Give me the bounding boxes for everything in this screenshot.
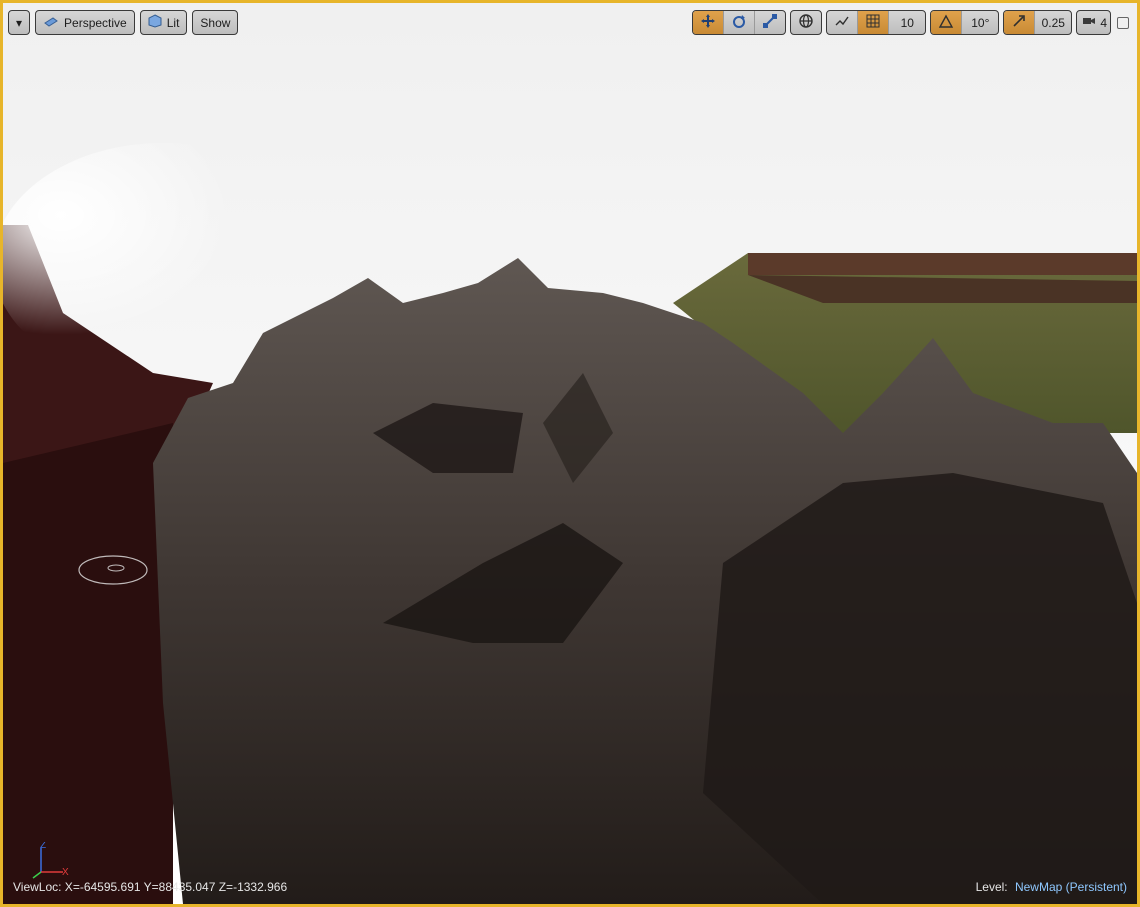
perspective-label: Perspective	[64, 15, 127, 30]
level-indicator: Level: NewMap (Persistent)	[976, 880, 1127, 894]
show-label: Show	[200, 15, 231, 30]
camera-icon	[1080, 14, 1096, 31]
level-name: NewMap (Persistent)	[1014, 880, 1127, 894]
globe-icon	[798, 13, 814, 32]
viewport-toolbar-left: ▾ Perspective Lit Show	[8, 10, 239, 35]
angle-icon	[938, 13, 954, 32]
scale-tool-button[interactable]	[755, 11, 785, 34]
camera-speed-button[interactable]: 4	[1077, 11, 1110, 34]
perspective-camera-icon	[43, 15, 59, 30]
grid-snap-value-dropdown[interactable]: 10	[889, 11, 925, 34]
surface-snap-icon	[834, 13, 850, 32]
chevron-down-icon: ▾	[16, 15, 23, 30]
grid-snap-group: 10	[826, 10, 927, 35]
grid-snap-toggle[interactable]	[858, 11, 890, 34]
world-space-toggle[interactable]	[791, 11, 821, 34]
grid-snap-value: 10	[900, 15, 914, 30]
view-location-readout: ViewLoc: X=-64595.691 Y=88435.047 Z=-133…	[13, 880, 288, 894]
camera-speed-group: 4	[1076, 10, 1111, 35]
axis-widget: Z X	[32, 842, 69, 879]
translate-tool-button[interactable]	[693, 11, 725, 34]
level-viewport[interactable]: ▾ Perspective Lit Show 10 10° 0.25 4 Z X…	[0, 0, 1140, 907]
transform-tools-group	[692, 10, 787, 35]
viewport-options-button[interactable]: ▾	[8, 10, 31, 35]
maximize-viewport-button[interactable]	[1117, 16, 1129, 29]
scale-snap-icon	[1011, 13, 1027, 32]
lit-view-mode-button[interactable]: Lit	[139, 10, 188, 35]
rotate-tool-button[interactable]	[724, 11, 756, 34]
rotation-snap-value-dropdown[interactable]: 10°	[962, 11, 998, 34]
rotation-snap-value: 10°	[971, 15, 990, 30]
z-axis-label: Z	[40, 842, 46, 851]
surface-snap-toggle[interactable]	[827, 11, 859, 34]
grid-icon	[866, 14, 880, 31]
x-axis-label: X	[62, 867, 69, 878]
show-flags-button[interactable]: Show	[192, 10, 239, 35]
scale-snap-value: 0.25	[1041, 15, 1065, 30]
scale-snap-group: 0.25	[1003, 10, 1073, 35]
scale-icon	[762, 13, 778, 32]
scene-render[interactable]	[3, 3, 1137, 904]
camera-speed-value: 4	[1100, 15, 1107, 30]
move-icon	[700, 13, 716, 32]
cube-icon	[148, 14, 162, 31]
viewport-toolbar-right: 10 10° 0.25 4	[692, 10, 1129, 35]
scale-snap-toggle[interactable]	[1004, 11, 1036, 34]
perspective-button[interactable]: Perspective	[35, 10, 135, 35]
lit-label: Lit	[166, 15, 180, 30]
rotate-icon	[731, 13, 747, 32]
level-label: Level:	[975, 880, 1008, 894]
y-axis-line	[32, 871, 42, 879]
rotation-snap-toggle[interactable]	[931, 11, 963, 34]
coordinate-system-group	[790, 10, 823, 35]
rotation-snap-group: 10°	[930, 10, 1000, 35]
scale-snap-value-dropdown[interactable]: 0.25	[1035, 11, 1071, 34]
